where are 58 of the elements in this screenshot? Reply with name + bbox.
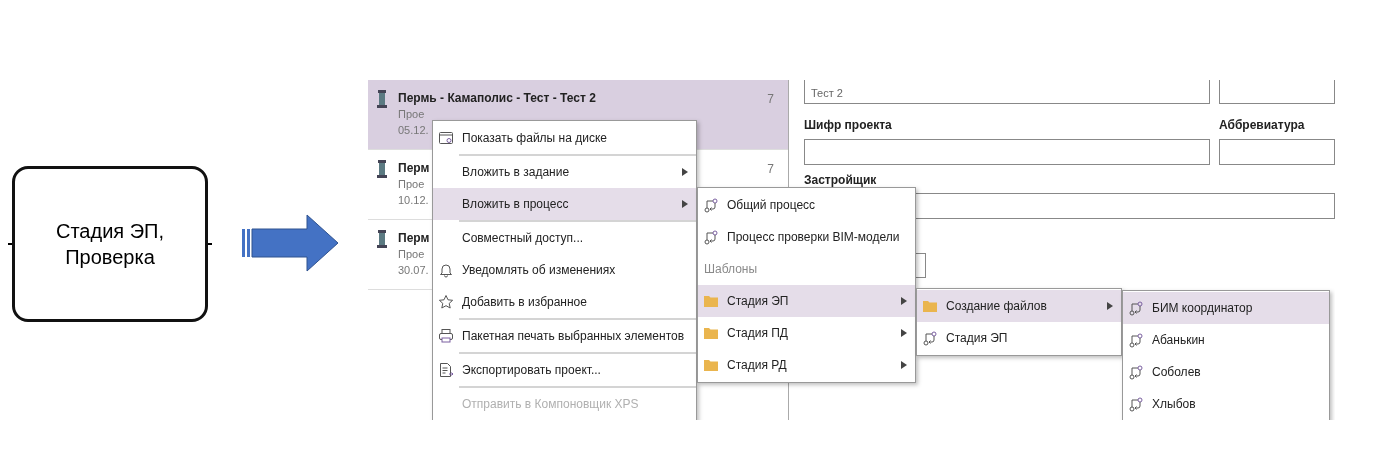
process-icon <box>1128 396 1144 412</box>
item-count: 7 <box>767 91 774 108</box>
menu-item[interactable]: Стадия ЭП <box>698 285 915 317</box>
process-icon <box>922 330 938 346</box>
item-count: 7 <box>767 161 774 178</box>
text-field[interactable]: Тест 2 <box>804 80 1210 104</box>
project-title: Перм <box>398 160 430 176</box>
field-label: Застройщик <box>804 172 877 189</box>
menu-item[interactable]: Создание файлов <box>917 290 1121 322</box>
menu-item[interactable]: Стадия ЭП <box>917 322 1121 354</box>
tower-icon <box>376 90 388 108</box>
star-icon <box>438 294 454 310</box>
flowchart-node: Стадия ЭП, Проверка <box>12 166 208 322</box>
project-title: Перм <box>398 230 430 246</box>
menu-item[interactable]: Стадия ПД <box>698 317 915 349</box>
menu-item[interactable]: Соболев <box>1123 356 1329 388</box>
text-field[interactable] <box>1219 139 1335 165</box>
folder-icon <box>703 325 719 341</box>
project-type: Прое <box>398 177 425 192</box>
tower-icon <box>376 160 388 178</box>
menu-item[interactable]: Вложить в задание <box>433 156 696 188</box>
process-icon <box>1128 332 1144 348</box>
field-label: Аббревиатура <box>1219 117 1306 134</box>
process-icon <box>1128 364 1144 380</box>
arrow-icon <box>242 214 339 272</box>
field-label: Шифр проекта <box>804 117 893 134</box>
tower-icon <box>376 230 388 248</box>
document-icon <box>438 362 454 378</box>
process-icon <box>1128 300 1144 316</box>
menu-section-header: Шаблоны <box>704 261 758 278</box>
folder-icon <box>922 298 938 314</box>
project-title: Пермь - Камаполис - Тест - Тест 2 <box>398 90 596 106</box>
menu-item[interactable]: Пакетная печать выбранных элементов <box>433 320 696 352</box>
bell-icon <box>438 262 454 278</box>
menu-item[interactable]: БИМ координатор <box>1123 292 1329 324</box>
menu-item[interactable]: Уведомлять об изменениях <box>433 254 696 286</box>
text-field[interactable] <box>1219 80 1335 104</box>
menu-item[interactable]: Процесс проверки BIM-модели <box>698 221 915 253</box>
project-date: 05.12. <box>398 123 429 138</box>
printer-icon <box>438 328 454 344</box>
menu-item[interactable]: Стадия РД <box>698 349 915 381</box>
menu-item[interactable]: Абанькин <box>1123 324 1329 356</box>
menu-item[interactable]: Вложить в процесс <box>433 188 696 220</box>
folder-icon <box>703 293 719 309</box>
menu-item[interactable]: Общий процесс <box>698 189 915 221</box>
menu-item[interactable]: Хлыбов <box>1123 388 1329 420</box>
project-type: Прое <box>398 247 425 262</box>
project-type: Прое <box>398 107 425 122</box>
project-date: 10.12. <box>398 193 429 208</box>
folder-icon <box>703 357 719 373</box>
menu-item[interactable]: Экспортировать проект... <box>433 354 696 386</box>
text-field[interactable] <box>804 139 1210 165</box>
process-icon <box>703 229 719 245</box>
project-date: 30.07. <box>398 263 429 278</box>
window-icon <box>438 130 454 146</box>
menu-item[interactable]: Совместный доступ... <box>433 222 696 254</box>
menu-item[interactable]: Добавить в избранное <box>433 286 696 318</box>
process-icon <box>703 197 719 213</box>
